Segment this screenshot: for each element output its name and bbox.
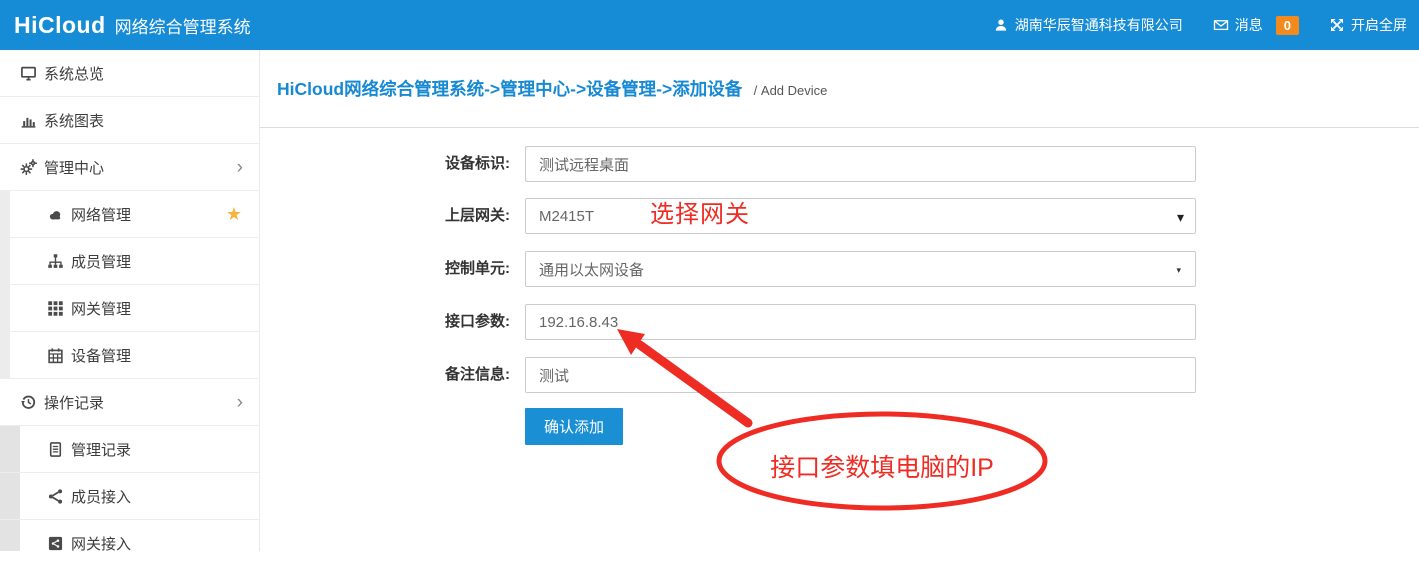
breadcrumb: HiCloud网络综合管理系统->管理中心->设备管理->添加设备 / Add … <box>260 50 1419 128</box>
sidebar-item-label: 系统图表 <box>44 110 104 131</box>
page-subtitle: / Add Device <box>754 83 828 98</box>
sidebar-item-network-management[interactable]: 网络管理 ★ <box>0 191 259 238</box>
control-unit-label: 控制单元: <box>420 251 510 287</box>
monitor-icon <box>20 65 37 82</box>
sidebar-item-label: 网络管理 <box>71 204 131 225</box>
annotation-ellipse-text: 接口参数填电脑的IP <box>742 448 1022 484</box>
sidebar-item-label: 管理中心 <box>44 157 104 178</box>
page-title: HiCloud网络综合管理系统->管理中心->设备管理->添加设备 <box>277 79 742 99</box>
sidebar-item-member-access[interactable]: 成员接入 <box>0 473 259 520</box>
interface-params-value: 192.16.8.43 <box>539 314 618 331</box>
favorite-star-icon: ★ <box>226 204 242 225</box>
control-unit-select[interactable]: 通用以太网设备 ▾ <box>525 251 1196 287</box>
sidebar-nav: 系统总览 系统图表 管理中心 › 网络管理 ★ <box>0 50 260 551</box>
sidebar-item-label: 管理记录 <box>71 439 131 460</box>
grid-icon <box>47 300 64 317</box>
brand-subtitle: 网络综合管理系统 <box>115 13 251 38</box>
account-menu[interactable]: 湖南华辰智通科技有限公司 <box>993 15 1183 35</box>
sidebar-item-management-center[interactable]: 管理中心 › <box>0 144 259 191</box>
remark-value: 测试 <box>539 365 569 386</box>
chevron-down-icon: ▾ <box>1176 265 1181 276</box>
share-square-icon <box>47 535 64 552</box>
cloud-icon <box>47 206 64 223</box>
calendar-icon <box>47 347 64 364</box>
annotation-select-gateway: 选择网关 <box>650 194 750 229</box>
device-id-input[interactable]: 测试远程桌面 <box>525 146 1196 182</box>
chevron-right-icon: › <box>237 393 243 412</box>
bar-chart-icon <box>20 112 37 129</box>
sidebar-item-gateway-management[interactable]: 网关管理 <box>0 285 259 332</box>
gears-icon <box>20 159 37 176</box>
fullscreen-toggle[interactable]: 开启全屏 <box>1329 15 1407 35</box>
share-icon <box>47 488 64 505</box>
sidebar-item-label: 成员管理 <box>71 251 131 272</box>
upper-gateway-label: 上层网关: <box>420 198 510 234</box>
interface-params-input[interactable]: 192.16.8.43 <box>525 304 1196 340</box>
top-header: HiCloud 网络综合管理系统 湖南华辰智通科技有限公司 消息 0 <box>0 0 1419 50</box>
sidebar-item-management-records[interactable]: 管理记录 <box>0 426 259 473</box>
sidebar-item-gateway-access[interactable]: 网关接入 <box>0 520 259 567</box>
remark-label: 备注信息: <box>420 357 510 393</box>
user-icon <box>993 17 1009 33</box>
sidebar-item-device-management[interactable]: 设备管理 <box>0 332 259 379</box>
sidebar-item-label: 成员接入 <box>71 486 131 507</box>
app-logo: HiCloud 网络综合管理系统 <box>0 12 251 39</box>
envelope-icon <box>1213 17 1229 33</box>
company-name: 湖南华辰智通科技有限公司 <box>1015 15 1183 35</box>
upper-gateway-select[interactable]: M2415T ▾ <box>525 198 1196 234</box>
remark-input[interactable]: 测试 <box>525 357 1196 393</box>
sidebar-item-label: 网关管理 <box>71 298 131 319</box>
device-id-value: 测试远程桌面 <box>539 154 629 175</box>
sidebar-item-label: 操作记录 <box>44 392 104 413</box>
messages-label: 消息 <box>1235 15 1263 35</box>
sidebar-item-operation-records[interactable]: 操作记录 › <box>0 379 259 426</box>
interface-params-label: 接口参数: <box>420 304 510 340</box>
chevron-down-icon: ▾ <box>1177 209 1184 226</box>
control-unit-value: 通用以太网设备 <box>539 259 644 280</box>
sidebar-item-system-charts[interactable]: 系统图表 <box>0 97 259 144</box>
sidebar-item-system-overview[interactable]: 系统总览 <box>0 50 259 97</box>
sidebar-item-label: 设备管理 <box>71 345 131 366</box>
confirm-add-button[interactable]: 确认添加 <box>525 408 623 445</box>
history-icon <box>20 394 37 411</box>
upper-gateway-value: M2415T <box>539 208 594 225</box>
brand-name: HiCloud <box>14 12 106 39</box>
expand-icon <box>1329 17 1345 33</box>
chevron-right-icon: › <box>237 158 243 177</box>
device-id-label: 设备标识: <box>420 146 510 182</box>
messages-count-badge: 0 <box>1276 16 1299 35</box>
document-icon <box>47 441 64 458</box>
fullscreen-label: 开启全屏 <box>1351 15 1407 35</box>
sitemap-icon <box>47 253 64 270</box>
sidebar-item-label: 系统总览 <box>44 63 104 84</box>
messages-menu[interactable]: 消息 0 <box>1213 15 1299 35</box>
sidebar-item-member-management[interactable]: 成员管理 <box>0 238 259 285</box>
